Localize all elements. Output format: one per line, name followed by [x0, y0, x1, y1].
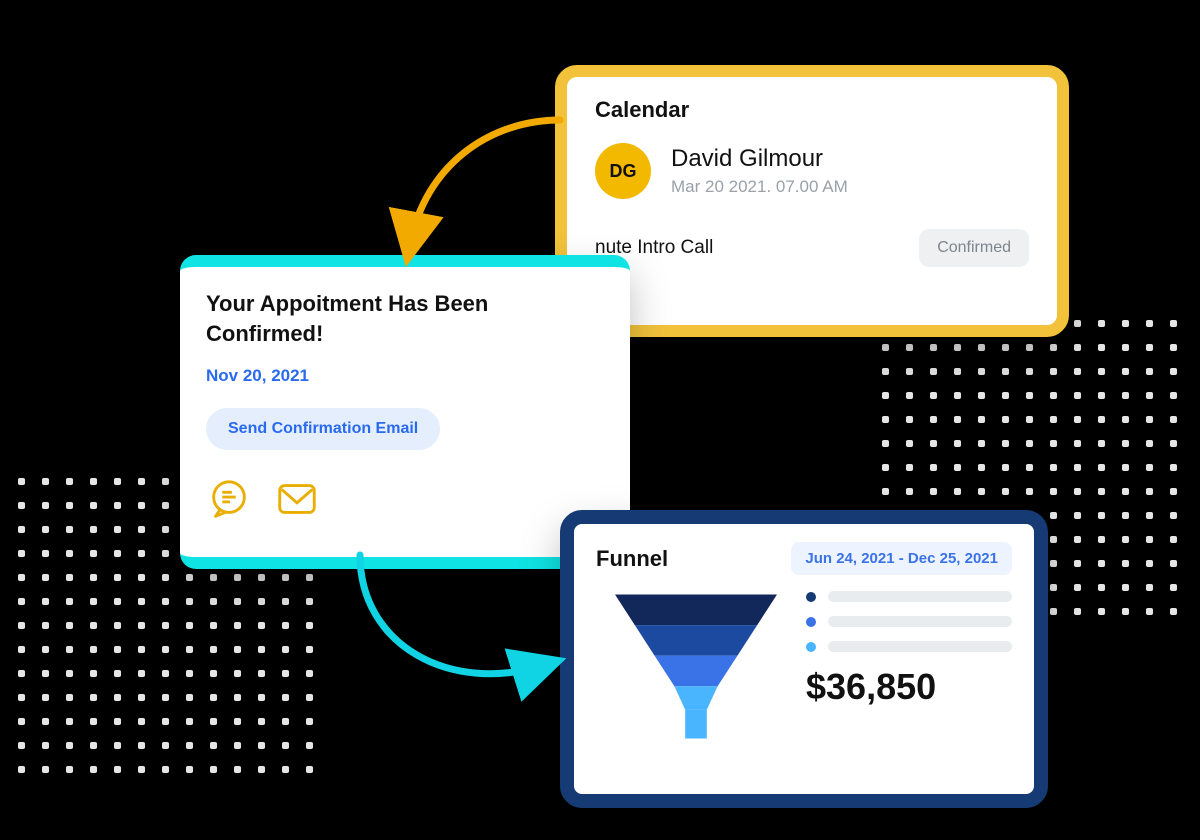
contact-name: David Gilmour: [671, 145, 848, 173]
email-icon[interactable]: [274, 476, 320, 522]
send-confirmation-button[interactable]: Send Confirmation Email: [206, 408, 440, 450]
funnel-title: Funnel: [596, 546, 668, 572]
calendar-card: Calendar DG David Gilmour Mar 20 2021. 0…: [555, 65, 1069, 337]
funnel-date-range[interactable]: Jun 24, 2021 - Dec 25, 2021: [791, 542, 1012, 575]
status-badge: Confirmed: [919, 229, 1029, 267]
funnel-amount: $36,850: [806, 666, 1012, 708]
stage: Calendar DG David Gilmour Mar 20 2021. 0…: [0, 0, 1200, 840]
legend-row-1: [806, 591, 1012, 602]
arrow-appointment-to-funnel: [340, 545, 570, 715]
appointment-date: Nov 20, 2021: [206, 366, 604, 386]
calendar-title: Calendar: [595, 97, 1029, 123]
arrow-calendar-to-appointment: [380, 110, 580, 270]
funnel-chart-icon: [596, 591, 796, 751]
appointment-title: Your Appoitment Has Been Confirmed!: [206, 289, 604, 348]
legend-row-2: [806, 616, 1012, 627]
legend-row-3: [806, 641, 1012, 652]
event-datetime: Mar 20 2021. 07.00 AM: [671, 177, 848, 197]
avatar: DG: [595, 143, 651, 199]
chat-icon[interactable]: [206, 476, 252, 522]
funnel-card: Funnel Jun 24, 2021 - Dec 25, 2021: [560, 510, 1048, 808]
